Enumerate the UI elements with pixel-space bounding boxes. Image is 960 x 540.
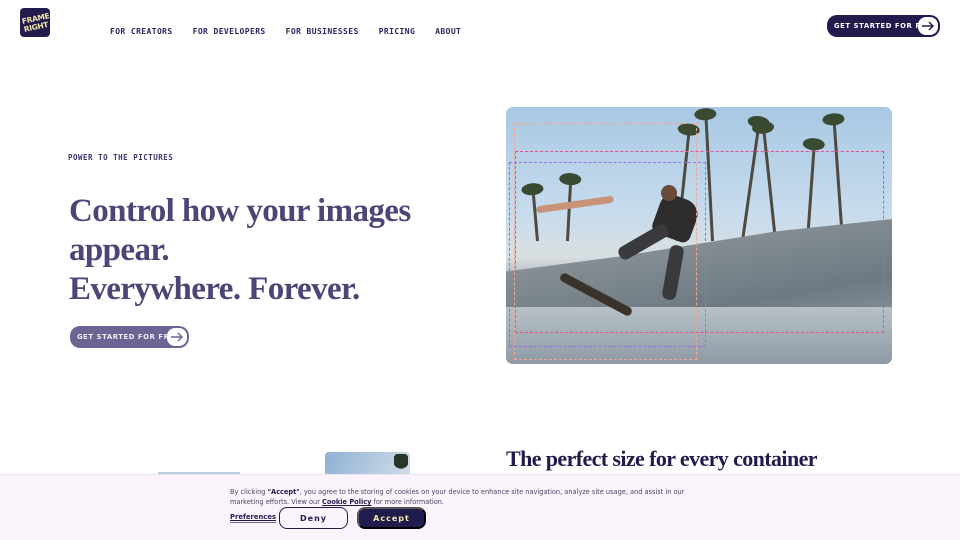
- hero-eyebrow: POWER TO THE PICTURES: [68, 153, 174, 162]
- accept-button[interactable]: Accept: [357, 507, 426, 529]
- cookie-text-prefix: By clicking: [230, 488, 268, 496]
- cookie-text-suffix: for more information.: [371, 498, 445, 506]
- cookie-text-accept: "Accept": [267, 488, 300, 496]
- arrow-right-icon: [167, 328, 187, 346]
- nav-pricing[interactable]: PRICING: [379, 27, 416, 36]
- cookie-banner: By clicking "Accept", you agree to the s…: [0, 474, 960, 540]
- arrow-right-icon: [918, 17, 938, 35]
- header-get-started-button[interactable]: GET STARTED FOR FREE: [827, 15, 940, 37]
- hero-get-started-button[interactable]: GET STARTED FOR FREE: [70, 326, 189, 348]
- hero-image: [506, 107, 892, 364]
- main-nav: FOR CREATORS FOR DEVELOPERS FOR BUSINESS…: [110, 27, 481, 36]
- preferences-link[interactable]: Preferences: [230, 513, 276, 523]
- frameright-logo[interactable]: FRAME RIGHT: [20, 8, 50, 37]
- hero-title: Control how your images appear. Everywhe…: [69, 192, 489, 309]
- nav-for-creators[interactable]: FOR CREATORS: [110, 27, 173, 36]
- nav-about[interactable]: ABOUT: [435, 27, 461, 36]
- deny-button[interactable]: Deny: [279, 507, 348, 529]
- hero-title-line1: Control how your images appear.: [69, 193, 411, 268]
- crop-frame-purple: [509, 162, 706, 347]
- section-title: The perfect size for every container: [506, 446, 818, 471]
- hero-get-started-label: GET STARTED FOR FREE: [77, 333, 180, 341]
- cookie-policy-link[interactable]: Cookie Policy: [322, 498, 371, 506]
- hero-title-line2: Everywhere. Forever.: [69, 271, 360, 307]
- palm-tree: [394, 454, 408, 476]
- cookie-consent-text: By clicking "Accept", you agree to the s…: [230, 487, 710, 507]
- nav-for-developers[interactable]: FOR DEVELOPERS: [193, 27, 266, 36]
- nav-for-businesses[interactable]: FOR BUSINESSES: [286, 27, 359, 36]
